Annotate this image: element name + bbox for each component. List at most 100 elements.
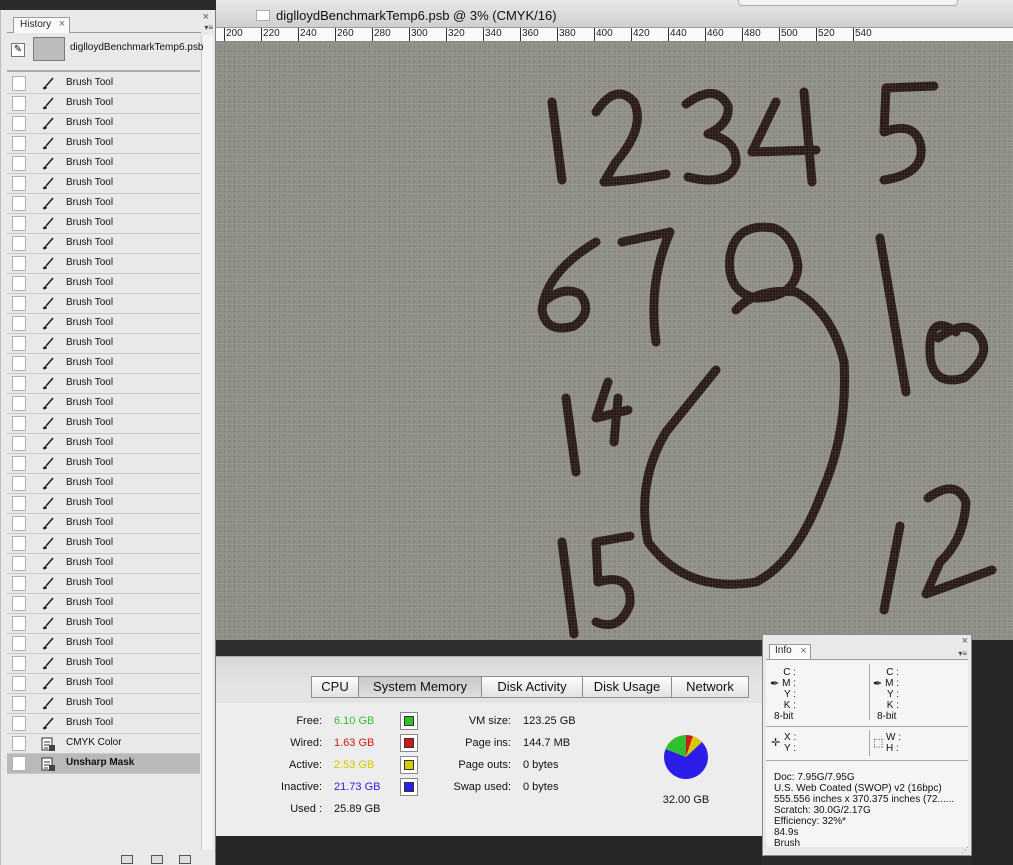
history-brush-checkbox[interactable] <box>12 276 26 291</box>
history-panel-close-icon[interactable]: × <box>203 11 209 23</box>
history-state[interactable]: Brush Tool <box>7 194 200 214</box>
history-brush-checkbox[interactable] <box>12 556 26 571</box>
bitdepth-right: 8-bit <box>877 711 897 722</box>
history-brush-checkbox[interactable] <box>12 176 26 191</box>
history-state[interactable]: Brush Tool <box>7 594 200 614</box>
history-brush-checkbox[interactable] <box>12 316 26 331</box>
tab-history-close-icon[interactable]: × <box>59 18 65 30</box>
delete-state-icon[interactable] <box>179 855 191 864</box>
history-state[interactable]: Brush Tool <box>7 114 200 134</box>
history-state[interactable]: Brush Tool <box>7 614 200 634</box>
history-brush-checkbox[interactable] <box>12 456 26 471</box>
tab-network[interactable]: Network <box>671 676 749 698</box>
active-color-swatch[interactable] <box>400 756 418 774</box>
history-state[interactable]: Brush Tool <box>7 314 200 334</box>
history-brush-checkbox[interactable] <box>12 496 26 511</box>
history-state[interactable]: Brush Tool <box>7 294 200 314</box>
info-panel-close-icon[interactable]: × <box>962 635 968 647</box>
history-brush-checkbox[interactable] <box>12 156 26 171</box>
history-brush-checkbox[interactable] <box>12 236 26 251</box>
history-state[interactable]: Brush Tool <box>7 94 200 114</box>
history-state[interactable]: Brush Tool <box>7 674 200 694</box>
history-brush-checkbox[interactable] <box>12 116 26 131</box>
history-brush-checkbox[interactable] <box>12 336 26 351</box>
free-color-swatch[interactable] <box>400 712 418 730</box>
history-state[interactable]: CMYK Color <box>7 734 200 754</box>
resize-grip-icon[interactable]: ⋰ <box>961 846 969 855</box>
history-brush-checkbox[interactable] <box>12 716 26 731</box>
history-brush-checkbox[interactable] <box>12 196 26 211</box>
history-brush-checkbox[interactable] <box>12 216 26 231</box>
history-brush-checkbox[interactable] <box>12 296 26 311</box>
document-canvas[interactable] <box>216 42 1013 640</box>
history-state[interactable]: Brush Tool <box>7 354 200 374</box>
history-state[interactable]: Brush Tool <box>7 254 200 274</box>
history-brush-checkbox[interactable] <box>12 576 26 591</box>
history-brush-checkbox[interactable] <box>12 376 26 391</box>
history-state[interactable]: Brush Tool <box>7 394 200 414</box>
history-brush-checkbox[interactable] <box>12 476 26 491</box>
history-state[interactable]: Brush Tool <box>7 514 200 534</box>
history-brush-checkbox[interactable] <box>12 656 26 671</box>
history-brush-checkbox[interactable] <box>12 616 26 631</box>
history-state[interactable]: Brush Tool <box>7 454 200 474</box>
history-brush-checkbox[interactable] <box>12 696 26 711</box>
panel-menu-icon[interactable]: ▾≡ <box>204 23 213 32</box>
tab-system-memory[interactable]: System Memory <box>358 676 482 698</box>
inactive-color-swatch[interactable] <box>400 778 418 796</box>
history-state[interactable]: Brush Tool <box>7 534 200 554</box>
history-state[interactable]: Brush Tool <box>7 714 200 734</box>
wired-color-swatch[interactable] <box>400 734 418 752</box>
history-state[interactable]: Brush Tool <box>7 574 200 594</box>
history-state[interactable]: Brush Tool <box>7 414 200 434</box>
history-brush-checkbox[interactable] <box>12 256 26 271</box>
history-state[interactable]: Brush Tool <box>7 214 200 234</box>
history-brush-checkbox[interactable] <box>12 596 26 611</box>
history-brush-checkbox[interactable] <box>12 676 26 691</box>
history-state[interactable]: Brush Tool <box>7 274 200 294</box>
history-brush-source-icon[interactable]: ✎ <box>11 43 25 57</box>
tab-history[interactable]: History × <box>13 17 71 33</box>
tab-cpu[interactable]: CPU <box>311 676 359 698</box>
history-scrollbar[interactable] <box>201 35 213 850</box>
history-state[interactable]: Brush Tool <box>7 374 200 394</box>
history-brush-checkbox[interactable] <box>12 536 26 551</box>
history-state[interactable]: Brush Tool <box>7 174 200 194</box>
history-state[interactable]: Brush Tool <box>7 74 200 94</box>
history-state[interactable]: Brush Tool <box>7 134 200 154</box>
history-brush-checkbox[interactable] <box>12 76 26 91</box>
history-state[interactable]: Unsharp Mask <box>7 754 200 774</box>
tab-disk-activity[interactable]: Disk Activity <box>481 676 583 698</box>
history-brush-checkbox[interactable] <box>12 396 26 411</box>
history-state[interactable]: Brush Tool <box>7 654 200 674</box>
history-state[interactable]: Brush Tool <box>7 694 200 714</box>
history-state[interactable]: Brush Tool <box>7 334 200 354</box>
history-brush-checkbox[interactable] <box>12 516 26 531</box>
new-document-from-state-icon[interactable] <box>121 855 133 864</box>
history-state[interactable]: Brush Tool <box>7 234 200 254</box>
eyedropper-icon-2[interactable]: ✒ <box>873 677 882 690</box>
tab-info[interactable]: Info × <box>769 644 811 659</box>
history-brush-checkbox[interactable] <box>12 356 26 371</box>
horizontal-ruler[interactable]: 200 220 240 260 280 300 320 340 360 380 400 420 440 4… <box>216 28 1013 42</box>
history-brush-checkbox[interactable] <box>12 136 26 151</box>
history-state[interactable]: Brush Tool <box>7 554 200 574</box>
history-state[interactable]: Brush Tool <box>7 474 200 494</box>
tab-info-close-icon[interactable]: × <box>800 645 806 657</box>
history-state[interactable]: Brush Tool <box>7 634 200 654</box>
tab-disk-usage[interactable]: Disk Usage <box>582 676 672 698</box>
info-panel-menu-icon[interactable]: ▾≡ <box>958 649 967 658</box>
document-proxy-icon[interactable] <box>256 10 270 21</box>
history-brush-checkbox[interactable] <box>12 736 26 751</box>
eyedropper-icon[interactable]: ✒ <box>770 677 779 690</box>
history-state[interactable]: Brush Tool <box>7 434 200 454</box>
history-state[interactable]: Brush Tool <box>7 154 200 174</box>
history-brush-checkbox[interactable] <box>12 416 26 431</box>
history-state[interactable]: Brush Tool <box>7 494 200 514</box>
history-snapshot[interactable]: ✎ diglloydBenchmarkTemp6.psb <box>7 36 203 72</box>
history-brush-checkbox[interactable] <box>12 436 26 451</box>
history-brush-checkbox[interactable] <box>12 756 26 771</box>
history-brush-checkbox[interactable] <box>12 96 26 111</box>
create-snapshot-icon[interactable] <box>151 855 163 864</box>
history-brush-checkbox[interactable] <box>12 636 26 651</box>
